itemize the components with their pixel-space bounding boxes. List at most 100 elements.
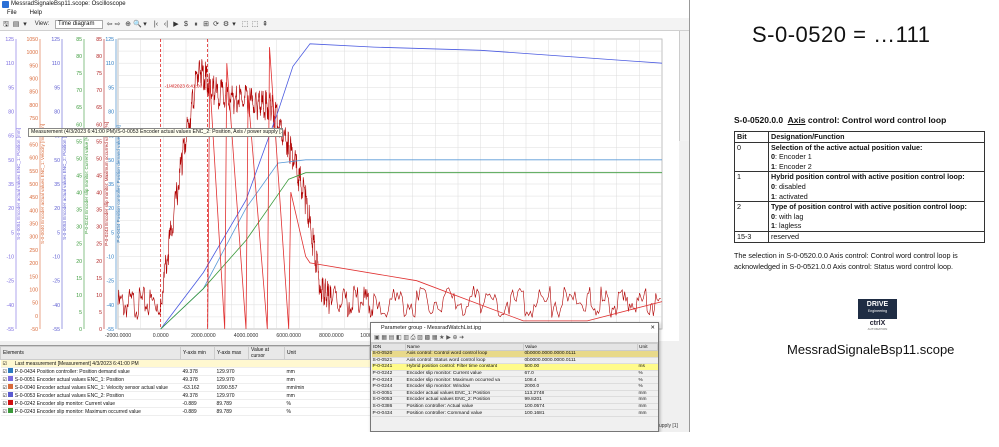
gear-icon[interactable]: ⚙ <box>222 20 230 29</box>
parameter-row[interactable]: P-0-0243 Encoder slip monitor: Maximum o… <box>371 376 658 384</box>
col-value[interactable]: Value <box>523 343 638 351</box>
param-value[interactable]: 0b0000.0000.0000.0111 <box>523 357 638 365</box>
window-title-bar: MessradSignaleBsp11.scope: Oscilloscope <box>0 0 689 9</box>
refresh-icon[interactable]: ⟳ <box>212 20 220 29</box>
frame2-icon[interactable]: ⬚ <box>251 20 259 29</box>
param-name: Axis control: Control word control loop <box>405 350 524 358</box>
parameter-row[interactable]: P-0-0244 Encoder slip monitor: Window 20… <box>371 383 658 391</box>
element-label[interactable]: ☑ P-0-0434 Position controller: Position… <box>0 367 181 376</box>
dollar-icon[interactable]: $ <box>182 20 190 29</box>
element-ymin: -0.889 <box>180 399 215 408</box>
col-ymax[interactable]: Y-axis max <box>214 346 249 360</box>
plot-area[interactable]: 125 110 95 80 65 50 35 20 5 -10 -25 -40 -55 S-0-0051 … <box>0 31 679 341</box>
y-tick-label: -40 <box>53 303 61 309</box>
section-title-first: Axis <box>787 115 806 125</box>
col-name[interactable]: Name <box>405 343 524 351</box>
param-value[interactable]: 100.0574 <box>523 403 638 411</box>
export-icon[interactable]: ⇞ <box>261 20 269 29</box>
section-heading: S-0-0520.0.0 Axis control: Control word … <box>734 115 946 125</box>
elements-row[interactable]: ☑ P-0-0242 Encoder slip monitor: Current… <box>0 399 370 408</box>
y-tick-label: 20 <box>54 206 60 212</box>
gear-dropdown-icon[interactable]: ▾ <box>231 20 237 29</box>
param-tool-icon[interactable]: ▣ ▦ ▤ ◧ ▥ ⎙ ▨ ▩ ▦ ★ ▶ ⊕ ➜ <box>374 335 464 341</box>
element-label[interactable]: ☑ P-0-0243 Encoder slip monitor: Maximum… <box>0 407 181 416</box>
play-icon[interactable]: ▶ <box>172 20 180 29</box>
series-checkbox[interactable]: ☑ <box>3 385 7 391</box>
cursor-right-icon[interactable]: ‹| <box>162 20 170 29</box>
param-value[interactable]: 100.1681 <box>523 409 638 417</box>
pause-icon[interactable]: ⏸ <box>192 20 200 29</box>
logo-bottom: ctrlX AUTOMATION <box>867 320 888 331</box>
designation-col-header: Designation/Function <box>768 131 985 143</box>
parameter-row[interactable]: S-0-0520 Axis control: Control word cont… <box>371 350 658 358</box>
y-tick-label: 25 <box>96 242 102 248</box>
y-tick-label: 35 <box>8 182 14 188</box>
redo-icon[interactable]: ⇨ <box>114 20 121 29</box>
element-label[interactable]: ☑ S-0-0053 Encoder actual values ENC_2: … <box>0 391 181 400</box>
parameter-row[interactable]: P-0-0242 Encoder slip monitor: Current v… <box>371 370 658 378</box>
col-ymin[interactable]: Y-axis min <box>180 346 215 360</box>
element-label[interactable]: ☑ S-0-0040 Encoder actual values ENC_1: … <box>0 383 181 392</box>
zoom-in-icon[interactable]: ⊕ <box>124 20 132 29</box>
col-unit[interactable]: Unit <box>284 346 370 360</box>
grid-toggle-icon[interactable]: ⊞ <box>202 20 210 29</box>
param-value[interactable]: 113.2748 <box>523 390 638 398</box>
parameter-row[interactable]: S-0-0053 Encoder actual values ENC_2: Po… <box>371 396 658 404</box>
param-idn: S-0-0053 <box>371 396 406 404</box>
frame-icon[interactable]: ⬚ <box>241 20 249 29</box>
grid-icon[interactable]: ▤ <box>12 20 20 29</box>
y-tick-label: 900 <box>29 77 38 83</box>
y-axis-label: S-0-0053 Encoder actual values ENC_2: Po… <box>62 128 67 240</box>
element-ymin <box>180 359 215 368</box>
col-value-cursor[interactable]: Value at cursor <box>248 346 285 360</box>
element-label[interactable]: ☑ S-0-0051 Encoder actual values ENC_1: … <box>0 375 181 384</box>
view-select[interactable]: Time diagram <box>55 20 103 29</box>
element-label[interactable]: ☑ P-0-0242 Encoder slip monitor: Current… <box>0 399 181 408</box>
undo-icon[interactable]: ⇦ <box>106 20 113 29</box>
menu-file[interactable]: File <box>7 10 17 16</box>
param-idn: S-0-0521 <box>371 357 406 365</box>
parameter-row[interactable]: S-0-0051 Encoder actual values ENC_1: Po… <box>371 390 658 398</box>
close-icon[interactable]: ✕ <box>650 323 655 333</box>
parameter-row[interactable]: S-0-0521 Axis control: Status word contr… <box>371 357 658 365</box>
series-checkbox[interactable]: ☑ <box>3 369 7 375</box>
parameter-window-title: Parameter group - MessradWatchList.ipg ✕ <box>371 323 658 333</box>
elements-row[interactable]: ☑ S-0-0051 Encoder actual values ENC_1: … <box>0 375 370 384</box>
menu-help[interactable]: Help <box>30 10 42 16</box>
param-value[interactable]: 2000.0 <box>523 383 638 391</box>
col-idn[interactable]: IDN <box>371 343 406 351</box>
param-value[interactable]: 108.4 <box>523 376 638 384</box>
param-unit: mm <box>637 409 658 417</box>
series-checkbox[interactable]: ☑ <box>3 401 7 407</box>
param-value[interactable]: 0b0000.0000.0000.0111 <box>523 350 638 358</box>
y-tick-label: 35 <box>76 208 82 214</box>
col-unit[interactable]: Unit <box>637 343 658 351</box>
param-unit: ms <box>637 363 658 371</box>
dropdown-icon[interactable]: ▾ <box>22 20 28 29</box>
elements-row[interactable]: ☑ S-0-0040 Encoder actual values ENC_1: … <box>0 383 370 392</box>
zoom-dropdown-icon[interactable]: ▾ <box>142 20 148 29</box>
parameter-row[interactable]: P-0-0434 Position controller: Command va… <box>371 409 658 417</box>
window-title: MessradSignaleBsp11.scope: Oscilloscope <box>11 1 126 7</box>
series-checkbox[interactable]: ☑ <box>3 409 7 415</box>
parameter-row[interactable]: P-0-0241 Hybrid position control: Filter… <box>371 363 658 371</box>
param-value[interactable]: 99.8201 <box>523 396 638 404</box>
param-value[interactable]: 67.0 <box>523 370 638 378</box>
element-label[interactable]: ☑ Last measurement [Measurement] 4/3/202… <box>0 359 181 368</box>
element-ymin: 49.378 <box>180 391 215 400</box>
series-checkbox[interactable]: ☑ <box>3 377 7 383</box>
search-icon[interactable]: 🔍 <box>133 20 142 29</box>
param-value[interactable]: 500.00 <box>523 363 638 371</box>
elements-row[interactable]: ☑ S-0-0053 Encoder actual values ENC_2: … <box>0 391 370 400</box>
cursor-left-icon[interactable]: |‹ <box>152 20 160 29</box>
elements-row[interactable]: ☑ Last measurement [Measurement] 4/3/202… <box>0 359 370 368</box>
parameter-row[interactable]: S-0-0386 Position controller: Actual val… <box>371 403 658 411</box>
col-elements[interactable]: Elements <box>0 346 181 360</box>
series-checkbox[interactable]: ☑ <box>3 361 7 367</box>
elements-row[interactable]: ☑ P-0-0434 Position controller: Position… <box>0 367 370 376</box>
save-icon[interactable]: 🖫 <box>2 20 10 29</box>
time-diagram-chart[interactable]: 1251109580655035205-10-25-40-55S-0-0051 … <box>0 31 679 341</box>
y-tick-label: 70 <box>76 88 82 94</box>
elements-row[interactable]: ☑ P-0-0243 Encoder slip monitor: Maximum… <box>0 407 370 416</box>
series-checkbox[interactable]: ☑ <box>3 393 7 399</box>
